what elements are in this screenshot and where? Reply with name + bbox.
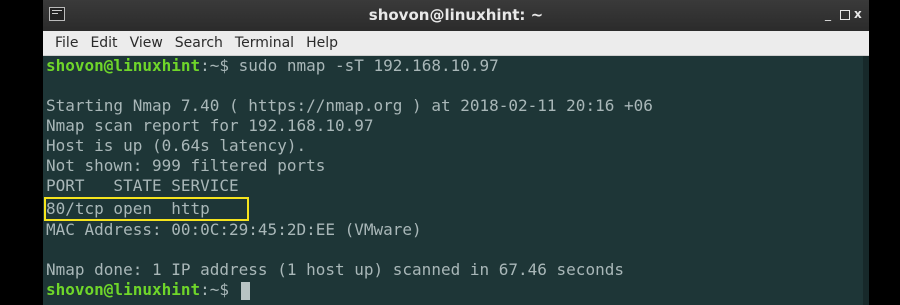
output-line: MAC Address: 00:0C:29:45:2D:EE (VMware) xyxy=(46,220,422,239)
prompt-line: shovon@linuxhint:~$ sudo nmap -sT 192.16… xyxy=(46,56,499,76)
prompt-separator: :~$ xyxy=(200,56,230,75)
prompt-user: shovon@linuxhint xyxy=(46,56,201,75)
highlight-box xyxy=(44,197,249,221)
prompt-line: shovon@linuxhint:~$ xyxy=(46,280,250,300)
title-bar[interactable]: shovon@linuxhint: ~ _ x xyxy=(43,0,869,31)
menu-file[interactable]: File xyxy=(49,31,84,55)
scrollbar[interactable] xyxy=(863,56,869,305)
close-icon[interactable]: x xyxy=(854,7,862,21)
menu-edit[interactable]: Edit xyxy=(84,31,123,55)
menu-help[interactable]: Help xyxy=(300,31,344,55)
window-title: shovon@linuxhint: ~ xyxy=(368,6,544,24)
menu-view[interactable]: View xyxy=(124,31,169,55)
output-line: Host is up (0.64s latency). xyxy=(46,136,307,155)
output-line: Starting Nmap 7.40 ( https://nmap.org ) … xyxy=(46,96,653,115)
menu-search[interactable]: Search xyxy=(169,31,229,55)
maximize-icon[interactable] xyxy=(840,10,850,20)
menu-bar: File Edit View Search Terminal Help xyxy=(43,31,869,56)
prompt-separator: :~$ xyxy=(200,280,230,299)
menu-terminal[interactable]: Terminal xyxy=(229,31,300,55)
output-line: Not shown: 999 filtered ports xyxy=(46,156,326,175)
output-line: Nmap done: 1 IP address (1 host up) scan… xyxy=(46,260,624,279)
terminal-window: shovon@linuxhint: ~ _ x File Edit View Sear… xyxy=(43,0,869,305)
terminal-output[interactable]: shovon@linuxhint:~$ sudo nmap -sT 192.16… xyxy=(43,56,869,305)
minimize-icon[interactable]: _ xyxy=(825,7,831,21)
output-line: Nmap scan report for 192.168.10.97 xyxy=(46,116,374,135)
command-text xyxy=(229,280,239,299)
command-text: sudo nmap -sT 192.168.10.97 xyxy=(229,56,499,75)
output-line: PORT STATE SERVICE xyxy=(46,176,239,195)
prompt-user: shovon@linuxhint xyxy=(46,280,201,299)
text-cursor xyxy=(240,281,250,300)
